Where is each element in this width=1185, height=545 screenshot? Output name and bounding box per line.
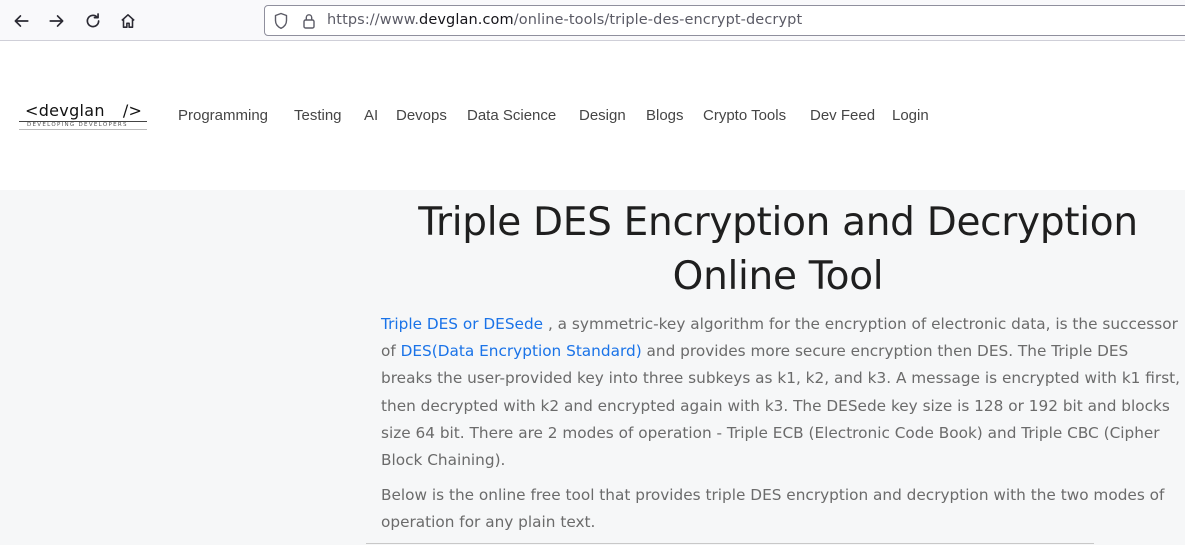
page-title: Triple DES Encryption and Decryption Onl… bbox=[370, 196, 1185, 304]
nav-item-design[interactable]: Design bbox=[579, 107, 626, 124]
site-header: <devglan /> DEVELOPING DEVELOPERS Program… bbox=[0, 41, 1185, 190]
address-bar[interactable]: https://www.devglan.com/online-tools/tri… bbox=[264, 5, 1185, 36]
main-content: Triple DES Encryption and Decryption Onl… bbox=[0, 190, 1185, 545]
nav-item-dev-feed[interactable]: Dev Feed bbox=[810, 107, 875, 124]
shield-icon[interactable] bbox=[273, 12, 289, 30]
logo-text: <devglan /> bbox=[25, 101, 142, 120]
triple-des-link[interactable]: Triple DES or DESede bbox=[381, 315, 543, 333]
page-title-line1: Triple DES Encryption and Decryption bbox=[418, 200, 1138, 245]
nav-item-crypto-tools[interactable]: Crypto Tools bbox=[703, 107, 786, 124]
logo-left: <devglan bbox=[25, 101, 105, 120]
browser-toolbar: https://www.devglan.com/online-tools/tri… bbox=[0, 0, 1185, 41]
site-logo[interactable]: <devglan /> DEVELOPING DEVELOPERS bbox=[19, 101, 147, 131]
tool-description: Below is the online free tool that provi… bbox=[381, 486, 1165, 532]
nav-item-login[interactable]: Login bbox=[892, 107, 929, 124]
nav-item-data-science[interactable]: Data Science bbox=[467, 107, 556, 124]
nav-item-programming[interactable]: Programming bbox=[178, 107, 268, 124]
url-domain: devglan.com bbox=[419, 12, 514, 28]
section-divider bbox=[366, 543, 1094, 544]
reload-button[interactable] bbox=[80, 8, 106, 34]
logo-right: /> bbox=[122, 101, 143, 120]
nav-item-testing[interactable]: Testing bbox=[294, 107, 342, 124]
intro-paragraph: Triple DES or DESede , a symmetric-key a… bbox=[381, 311, 1181, 474]
url-prefix: https://www. bbox=[327, 12, 420, 28]
forward-button[interactable] bbox=[44, 8, 70, 34]
url-text[interactable]: https://www.devglan.com/online-tools/tri… bbox=[327, 12, 802, 28]
nav-item-devops[interactable]: Devops bbox=[396, 107, 447, 124]
home-icon bbox=[121, 14, 135, 28]
intro-text-2: and provides more secure encryption then… bbox=[381, 342, 1181, 470]
arrow-left-icon bbox=[14, 15, 29, 27]
arrow-right-icon bbox=[49, 15, 64, 27]
des-standard-link[interactable]: DES(Data Encryption Standard) bbox=[401, 342, 642, 360]
url-path: /online-tools/triple-des-encrypt-decrypt bbox=[513, 12, 803, 28]
nav-item-ai[interactable]: AI bbox=[364, 107, 378, 124]
logo-tagline: DEVELOPING DEVELOPERS bbox=[27, 122, 128, 128]
nav-item-blogs[interactable]: Blogs bbox=[646, 107, 684, 124]
home-button[interactable] bbox=[115, 8, 141, 34]
reload-icon bbox=[86, 13, 100, 28]
page-title-line2: Online Tool bbox=[672, 254, 884, 299]
back-button[interactable] bbox=[8, 8, 34, 34]
logo-rule-bottom bbox=[19, 129, 147, 130]
lock-icon[interactable] bbox=[301, 12, 317, 30]
